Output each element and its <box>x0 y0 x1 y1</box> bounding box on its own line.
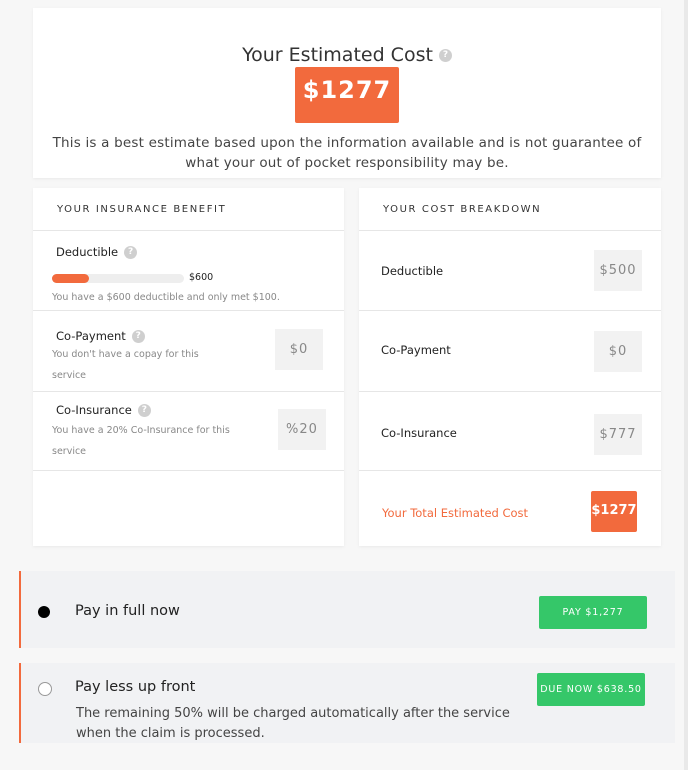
copay-row: Co-Payment? You don't have a copay for t… <box>33 311 344 392</box>
help-icon[interactable]: ? <box>137 404 151 417</box>
help-icon[interactable]: ? <box>131 330 145 343</box>
pay-partial-option[interactable]: Pay less up front The remaining 50% will… <box>19 663 675 743</box>
scrollbar[interactable] <box>684 0 688 770</box>
pay-partial-button[interactable]: DUE NOW $638.50 <box>537 673 645 706</box>
coinsurance-value: %20 <box>278 409 326 450</box>
estimate-title-row: Your Estimated Cost? <box>33 44 661 66</box>
total-estimated-badge: $1277 <box>591 491 637 532</box>
breakdown-row-copay: Co-Payment $0 <box>359 311 661 392</box>
insurance-benefit-card: YOUR INSURANCE BENEFIT Deductible? $600 … <box>33 188 344 546</box>
deductible-label: Deductible <box>56 245 119 259</box>
total-estimated-label: Your Total Estimated Cost <box>382 506 529 520</box>
benefit-header: YOUR INSURANCE BENEFIT <box>33 188 344 231</box>
coinsurance-label: Co-Insurance <box>56 403 132 417</box>
copay-title: Co-Payment? <box>56 329 145 343</box>
copay-label: Co-Payment <box>56 329 126 343</box>
deductible-progress-fill <box>52 274 89 283</box>
coinsurance-title: Co-Insurance? <box>56 403 151 417</box>
deductible-max: $600 <box>189 272 214 283</box>
breakdown-value: $0 <box>594 331 642 372</box>
deductible-title: Deductible? <box>56 245 138 259</box>
breakdown-label: Co-Insurance <box>381 426 457 440</box>
estimate-amount-badge: $1277 <box>295 67 399 123</box>
pay-partial-radio[interactable] <box>38 682 52 696</box>
estimate-disclaimer: This is a best estimate based upon the i… <box>52 135 642 171</box>
pay-full-button[interactable]: PAY $1,277 <box>539 596 647 629</box>
breakdown-value: $500 <box>594 250 642 291</box>
copay-note: You don't have a copay for this service <box>52 349 199 381</box>
help-icon[interactable]: ? <box>438 49 452 62</box>
pay-full-option[interactable]: Pay in full now PAY $1,277 <box>19 571 675 648</box>
coinsurance-row: Co-Insurance? You have a 20% Co-Insuranc… <box>33 392 344 471</box>
deductible-row: Deductible? $600 You have a $600 deducti… <box>33 230 344 311</box>
breakdown-label: Co-Payment <box>381 343 451 357</box>
pay-partial-title: Pay less up front <box>75 679 196 695</box>
cost-breakdown-card: YOUR COST BREAKDOWN Deductible $500 Co-P… <box>359 188 661 546</box>
pay-full-radio[interactable] <box>38 606 50 618</box>
deductible-progress-track <box>52 274 184 283</box>
pay-partial-description: The remaining 50% will be charged automa… <box>76 706 510 741</box>
deductible-note: You have a $600 deductible and only met … <box>52 292 280 303</box>
coinsurance-note: You have a 20% Co-Insurance for this ser… <box>52 425 230 457</box>
estimate-title: Your Estimated Cost <box>242 44 433 66</box>
breakdown-label: Deductible <box>381 264 444 278</box>
help-icon[interactable]: ? <box>124 246 138 259</box>
breakdown-row-deductible: Deductible $500 <box>359 230 661 311</box>
breakdown-row-coinsurance: Co-Insurance $777 <box>359 392 661 471</box>
copay-value: $0 <box>275 329 323 370</box>
pay-full-title: Pay in full now <box>75 603 180 619</box>
breakdown-header: YOUR COST BREAKDOWN <box>359 188 661 231</box>
estimate-card: Your Estimated Cost? $1277 This is a bes… <box>33 8 661 178</box>
breakdown-value: $777 <box>594 414 642 455</box>
